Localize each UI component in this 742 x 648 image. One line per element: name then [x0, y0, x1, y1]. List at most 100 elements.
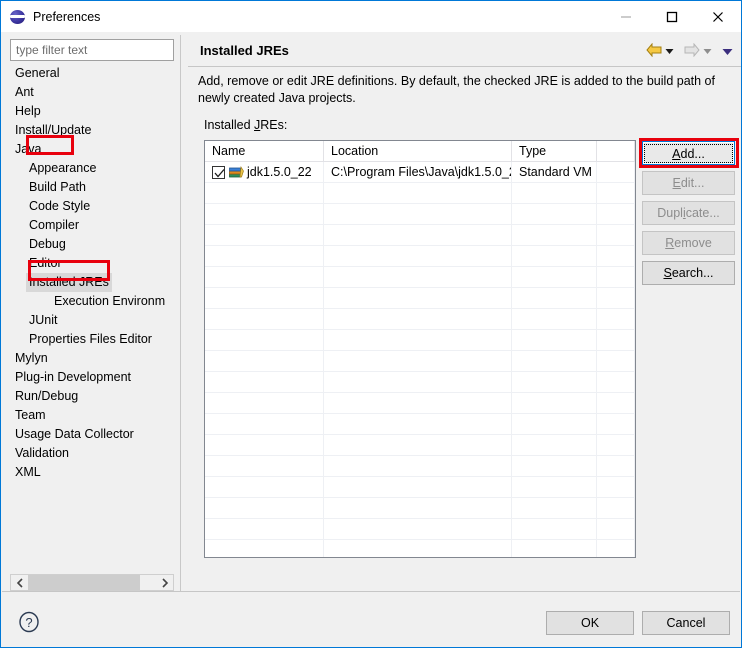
- cell-blank: [324, 393, 512, 413]
- cell-blank: [205, 414, 324, 434]
- sidebar-item-junit[interactable]: JUnit: [10, 311, 174, 330]
- cell-blank: [324, 225, 512, 245]
- cell-blank: [324, 435, 512, 455]
- cell-blank: [205, 498, 324, 518]
- column-header-location[interactable]: Location: [324, 141, 512, 161]
- more-menu-chevron-down-icon[interactable]: [722, 45, 733, 59]
- scrollbar-thumb[interactable]: [28, 575, 140, 590]
- column-header-name[interactable]: Name: [205, 141, 324, 161]
- sidebar-item-usage-data-collector[interactable]: Usage Data Collector: [10, 425, 174, 444]
- table-row-empty[interactable]: [205, 519, 635, 540]
- panel-divider: [180, 35, 181, 591]
- table-row-empty[interactable]: [205, 414, 635, 435]
- sidebar-item-compiler[interactable]: Compiler: [10, 216, 174, 235]
- table-row-empty[interactable]: [205, 288, 635, 309]
- sidebar-item-run-debug[interactable]: Run/Debug: [10, 387, 174, 406]
- table-row-empty[interactable]: [205, 309, 635, 330]
- table-row-empty[interactable]: [205, 330, 635, 351]
- table-label: Installed JREs:: [204, 118, 288, 132]
- back-arrow-icon[interactable]: [646, 42, 662, 60]
- table-body[interactable]: jdk1.5.0_22 C:\Program Files\Java\jdk1.5.…: [205, 162, 635, 557]
- sidebar-item-code-style[interactable]: Code Style: [10, 197, 174, 216]
- cell-blank: [512, 288, 597, 308]
- installed-jres-table[interactable]: Name Location Type jdk1.5.0_22 C:\Program F…: [204, 140, 636, 558]
- sidebar-item-java[interactable]: Java: [10, 140, 174, 159]
- table-row-empty[interactable]: [205, 477, 635, 498]
- cancel-button[interactable]: Cancel: [642, 611, 730, 635]
- sidebar-item-execution-environm[interactable]: Execution Environm: [10, 292, 174, 311]
- table-row-empty[interactable]: [205, 393, 635, 414]
- cell-blank: [205, 330, 324, 350]
- sidebar-item-properties-files-editor[interactable]: Properties Files Editor: [10, 330, 174, 349]
- sidebar-item-build-path[interactable]: Build Path: [10, 178, 174, 197]
- add-button[interactable]: Add...: [642, 141, 735, 165]
- cell-blank: [512, 519, 597, 539]
- sidebar-item-team[interactable]: Team: [10, 406, 174, 425]
- sidebar-item-install-update[interactable]: Install/Update: [10, 121, 174, 140]
- chevron-left-icon[interactable]: [11, 575, 28, 590]
- sidebar-item-mylyn[interactable]: Mylyn: [10, 349, 174, 368]
- table-row-empty[interactable]: [205, 351, 635, 372]
- sidebar-item-plug-in-development[interactable]: Plug-in Development: [10, 368, 174, 387]
- cell-blank: [324, 267, 512, 287]
- sidebar-item-label: General: [15, 66, 60, 80]
- cell-blank: [205, 225, 324, 245]
- table-row-empty[interactable]: [205, 540, 635, 557]
- search-input[interactable]: [10, 39, 174, 61]
- sidebar-item-label: XML: [15, 465, 41, 479]
- row-checkbox[interactable]: [212, 165, 225, 179]
- help-icon[interactable]: ?: [18, 611, 40, 633]
- table-row-empty[interactable]: [205, 498, 635, 519]
- table-row-empty[interactable]: [205, 246, 635, 267]
- tree-horizontal-scrollbar[interactable]: [10, 574, 174, 591]
- sidebar-item-help[interactable]: Help: [10, 102, 174, 121]
- cell-blank: [324, 183, 512, 203]
- cell-blank: [324, 372, 512, 392]
- sidebar-item-ant[interactable]: Ant: [10, 83, 174, 102]
- sidebar-item-appearance[interactable]: Appearance: [10, 159, 174, 178]
- cell-blank: [512, 309, 597, 329]
- cell-blank: [324, 246, 512, 266]
- back-dropdown-chevron-down-icon[interactable]: [665, 45, 674, 59]
- table-row-empty[interactable]: [205, 456, 635, 477]
- sidebar-item-debug[interactable]: Debug: [10, 235, 174, 254]
- table-row-empty[interactable]: [205, 204, 635, 225]
- cell-blank: [324, 309, 512, 329]
- cell-blank: [205, 372, 324, 392]
- ok-button[interactable]: OK: [546, 611, 634, 635]
- table-row-empty[interactable]: [205, 183, 635, 204]
- chevron-right-icon[interactable]: [156, 575, 173, 590]
- minimize-icon[interactable]: [603, 1, 649, 32]
- cell-blank: [597, 309, 635, 329]
- cell-blank: [597, 288, 635, 308]
- sidebar-item-validation[interactable]: Validation: [10, 444, 174, 463]
- column-header-type[interactable]: Type: [512, 141, 597, 161]
- sidebar-item-installed-jres[interactable]: Installed JREs: [10, 273, 174, 292]
- close-icon[interactable]: [695, 1, 741, 32]
- cell-blank: [597, 393, 635, 413]
- sidebar-item-xml[interactable]: XML: [10, 463, 174, 482]
- sidebar-item-label: Run/Debug: [15, 389, 79, 403]
- sidebar-item-general[interactable]: General: [10, 64, 174, 83]
- search-button[interactable]: Search...: [642, 261, 735, 285]
- sidebar-item-label: Ant: [15, 85, 34, 99]
- maximize-icon[interactable]: [649, 1, 695, 32]
- cell-blank: [597, 372, 635, 392]
- cell-blank: [512, 372, 597, 392]
- scrollbar-track[interactable]: [28, 575, 156, 590]
- cell-blank: [324, 414, 512, 434]
- table-row-empty[interactable]: [205, 267, 635, 288]
- cell-name[interactable]: jdk1.5.0_22: [205, 162, 324, 182]
- cell-blank: [597, 414, 635, 434]
- page-title: Installed JREs: [200, 43, 289, 58]
- sidebar-item-label: Appearance: [29, 161, 97, 175]
- cell-blank: [512, 414, 597, 434]
- table-row[interactable]: jdk1.5.0_22 C:\Program Files\Java\jdk1.5.…: [205, 162, 635, 183]
- column-header-blank[interactable]: [597, 141, 635, 161]
- preferences-tree[interactable]: General Ant Help Install/Update Java Appearan…: [10, 64, 174, 570]
- forward-arrow-icon: [684, 42, 700, 60]
- table-row-empty[interactable]: [205, 435, 635, 456]
- sidebar-item-editor[interactable]: Editor: [10, 254, 174, 273]
- table-row-empty[interactable]: [205, 372, 635, 393]
- table-row-empty[interactable]: [205, 225, 635, 246]
